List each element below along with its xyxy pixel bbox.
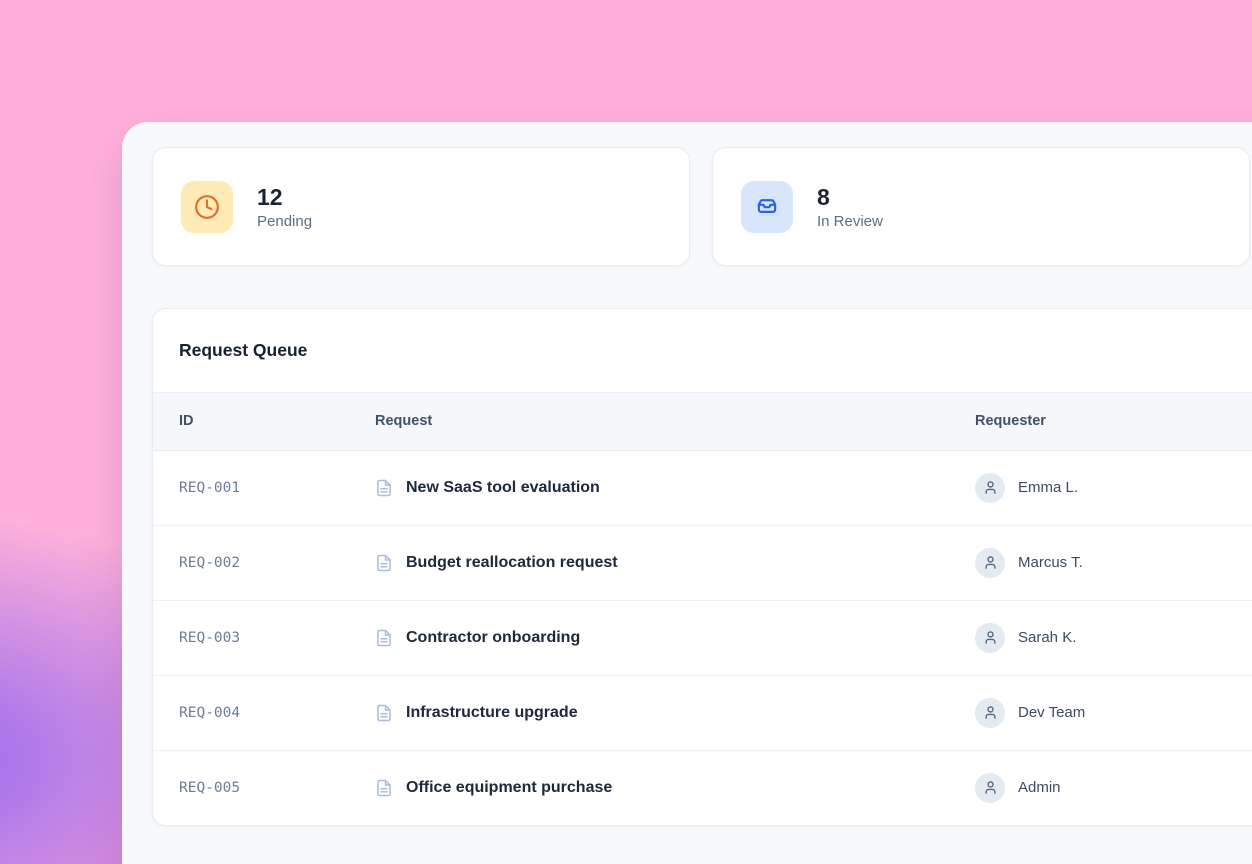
requester-name: Marcus T. — [1018, 554, 1083, 571]
requester-name: Admin — [1018, 779, 1061, 796]
column-header-id: ID — [153, 393, 375, 450]
user-avatar-icon — [975, 773, 1005, 803]
table-row[interactable]: REQ-004 Infrastructure upgrade — [153, 675, 1252, 750]
user-avatar-icon — [975, 623, 1005, 653]
table-row[interactable]: REQ-003 Contractor onboarding — [153, 600, 1252, 675]
request-id: REQ-005 — [153, 750, 375, 825]
request-title: Budget reallocation request — [406, 554, 618, 572]
in-review-label: In Review — [817, 213, 883, 230]
user-avatar-icon — [975, 698, 1005, 728]
column-header-requester: Requester — [975, 393, 1252, 450]
in-review-count: 8 — [817, 183, 883, 212]
table-row[interactable]: REQ-005 Office equipment purchase — [153, 750, 1252, 825]
document-icon — [375, 479, 393, 497]
requester-name: Sarah K. — [1018, 629, 1076, 646]
request-queue-card: Request Queue ID Request Requester REQ-0… — [152, 308, 1252, 826]
clock-icon — [181, 181, 233, 233]
request-title: Contractor onboarding — [406, 629, 580, 647]
document-icon — [375, 704, 393, 722]
requester-name: Dev Team — [1018, 704, 1085, 721]
main-panel: 12 Pending 8 In Review Request Queue — [122, 122, 1252, 864]
document-icon — [375, 629, 393, 647]
request-id: REQ-002 — [153, 525, 375, 600]
pending-count: 12 — [257, 183, 312, 212]
user-avatar-icon — [975, 473, 1005, 503]
stat-card-in-review: 8 In Review — [712, 147, 1250, 266]
inbox-icon — [741, 181, 793, 233]
document-icon — [375, 554, 393, 572]
pending-label: Pending — [257, 213, 312, 230]
request-id: REQ-001 — [153, 450, 375, 525]
table-row[interactable]: REQ-001 New SaaS tool evaluation — [153, 450, 1252, 525]
page-title: Request Queue — [179, 340, 307, 361]
table-row[interactable]: REQ-002 Budget reallocation request — [153, 525, 1252, 600]
stat-card-pending: 12 Pending — [152, 147, 690, 266]
table-header-row: ID Request Requester — [153, 393, 1252, 450]
stats-row: 12 Pending 8 In Review — [152, 147, 1252, 266]
document-icon — [375, 779, 393, 797]
request-id: REQ-003 — [153, 600, 375, 675]
request-queue-header: Request Queue — [153, 309, 1252, 393]
request-title: Office equipment purchase — [406, 779, 612, 797]
user-avatar-icon — [975, 548, 1005, 578]
column-header-request: Request — [375, 393, 975, 450]
request-title: Infrastructure upgrade — [406, 704, 578, 722]
request-id: REQ-004 — [153, 675, 375, 750]
request-title: New SaaS tool evaluation — [406, 479, 600, 497]
request-table: ID Request Requester REQ-001 New SaaS — [153, 393, 1252, 825]
requester-name: Emma L. — [1018, 479, 1078, 496]
